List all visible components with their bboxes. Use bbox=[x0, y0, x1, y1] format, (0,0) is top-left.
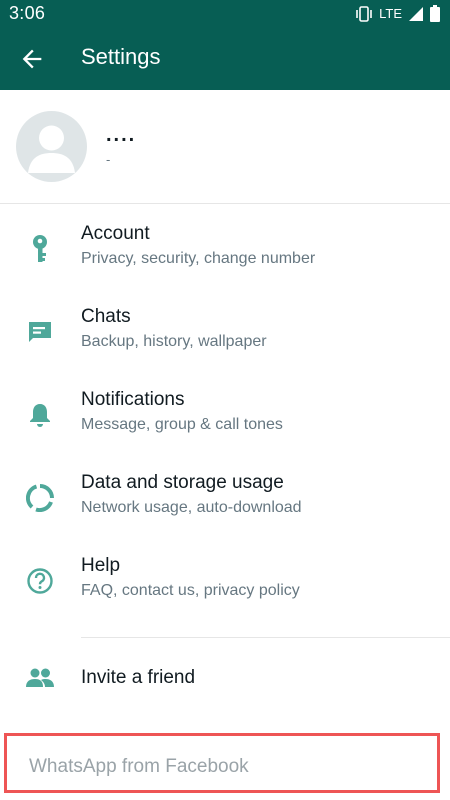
menu-item-data-storage[interactable]: Data and storage usage Network usage, au… bbox=[0, 458, 450, 541]
network-label: LTE bbox=[379, 6, 402, 21]
menu-item-subtitle: Message, group & call tones bbox=[81, 416, 283, 433]
status-bar: 3:06 LTE bbox=[0, 0, 450, 27]
app-bar: Settings bbox=[0, 27, 450, 90]
status-time: 3:06 bbox=[9, 3, 46, 23]
help-icon bbox=[24, 565, 56, 597]
divider bbox=[81, 637, 450, 638]
menu-item-title: Chats bbox=[81, 306, 131, 327]
bell-icon bbox=[24, 399, 56, 431]
menu-item-account[interactable]: Account Privacy, security, change number bbox=[0, 209, 450, 292]
menu-item-title: Notifications bbox=[81, 389, 185, 410]
profile-about: - bbox=[106, 152, 111, 167]
menu-item-help[interactable]: Help FAQ, contact us, privacy policy bbox=[0, 541, 450, 624]
profile-section[interactable]: .... - bbox=[0, 90, 450, 203]
data-usage-icon bbox=[24, 482, 56, 514]
avatar-placeholder-icon bbox=[28, 125, 75, 173]
status-icons: LTE bbox=[355, 3, 440, 24]
avatar[interactable] bbox=[16, 111, 87, 182]
signal-icon bbox=[408, 6, 424, 22]
vibrate-icon bbox=[355, 5, 373, 22]
people-icon bbox=[24, 662, 56, 694]
footer-text: WhatsApp from Facebook bbox=[29, 756, 249, 777]
menu-item-subtitle: FAQ, contact us, privacy policy bbox=[81, 582, 300, 599]
battery-icon bbox=[430, 5, 440, 22]
menu-item-notifications[interactable]: Notifications Message, group & call tone… bbox=[0, 375, 450, 458]
menu-item-invite[interactable]: Invite a friend bbox=[0, 640, 450, 716]
divider bbox=[0, 203, 450, 204]
menu-item-title: Help bbox=[81, 555, 121, 576]
arrow-left-icon[interactable] bbox=[18, 45, 46, 73]
chat-icon bbox=[24, 316, 56, 348]
profile-name: .... bbox=[106, 124, 137, 146]
menu-item-title: Data and storage usage bbox=[81, 472, 284, 493]
menu-item-subtitle: Privacy, security, change number bbox=[81, 250, 316, 267]
menu-item-subtitle: Backup, history, wallpaper bbox=[81, 333, 267, 350]
menu-item-title: Invite a friend bbox=[81, 667, 196, 688]
page-title: Settings bbox=[81, 44, 161, 69]
menu-item-title: Account bbox=[81, 223, 150, 244]
footer-highlight: WhatsApp from Facebook bbox=[4, 733, 440, 793]
menu-item-subtitle: Network usage, auto-download bbox=[81, 499, 302, 516]
key-icon bbox=[24, 233, 56, 265]
menu-item-chats[interactable]: Chats Backup, history, wallpaper bbox=[0, 292, 450, 375]
